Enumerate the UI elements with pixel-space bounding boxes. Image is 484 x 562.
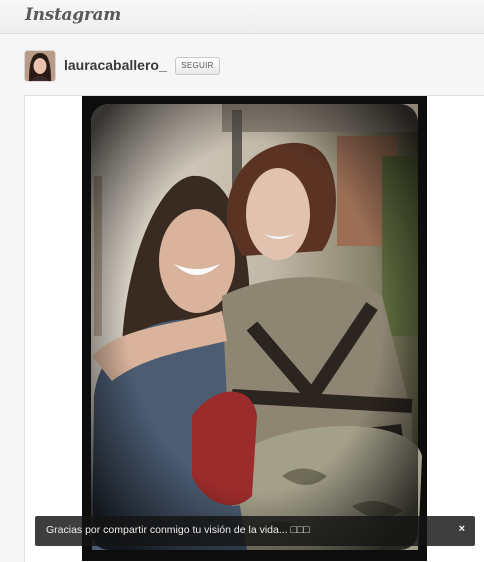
instagram-logo[interactable]: Instagram (25, 5, 121, 25)
post-photo[interactable] (82, 96, 427, 561)
caption-bar: Gracias por compartir conmigo tu visión … (35, 516, 475, 546)
follow-button[interactable]: SEGUIR (175, 57, 220, 75)
post-header: lauracaballero_ SEGUIR (0, 34, 484, 94)
avatar[interactable] (25, 51, 55, 81)
caption-text: Gracias por compartir conmigo tu visión … (46, 524, 310, 536)
username-link[interactable]: lauracaballero_ (64, 57, 167, 73)
avatar-image (25, 51, 55, 81)
top-bar: Instagram (0, 0, 484, 34)
photo-illustration (82, 96, 427, 561)
close-icon[interactable]: × (459, 523, 465, 535)
